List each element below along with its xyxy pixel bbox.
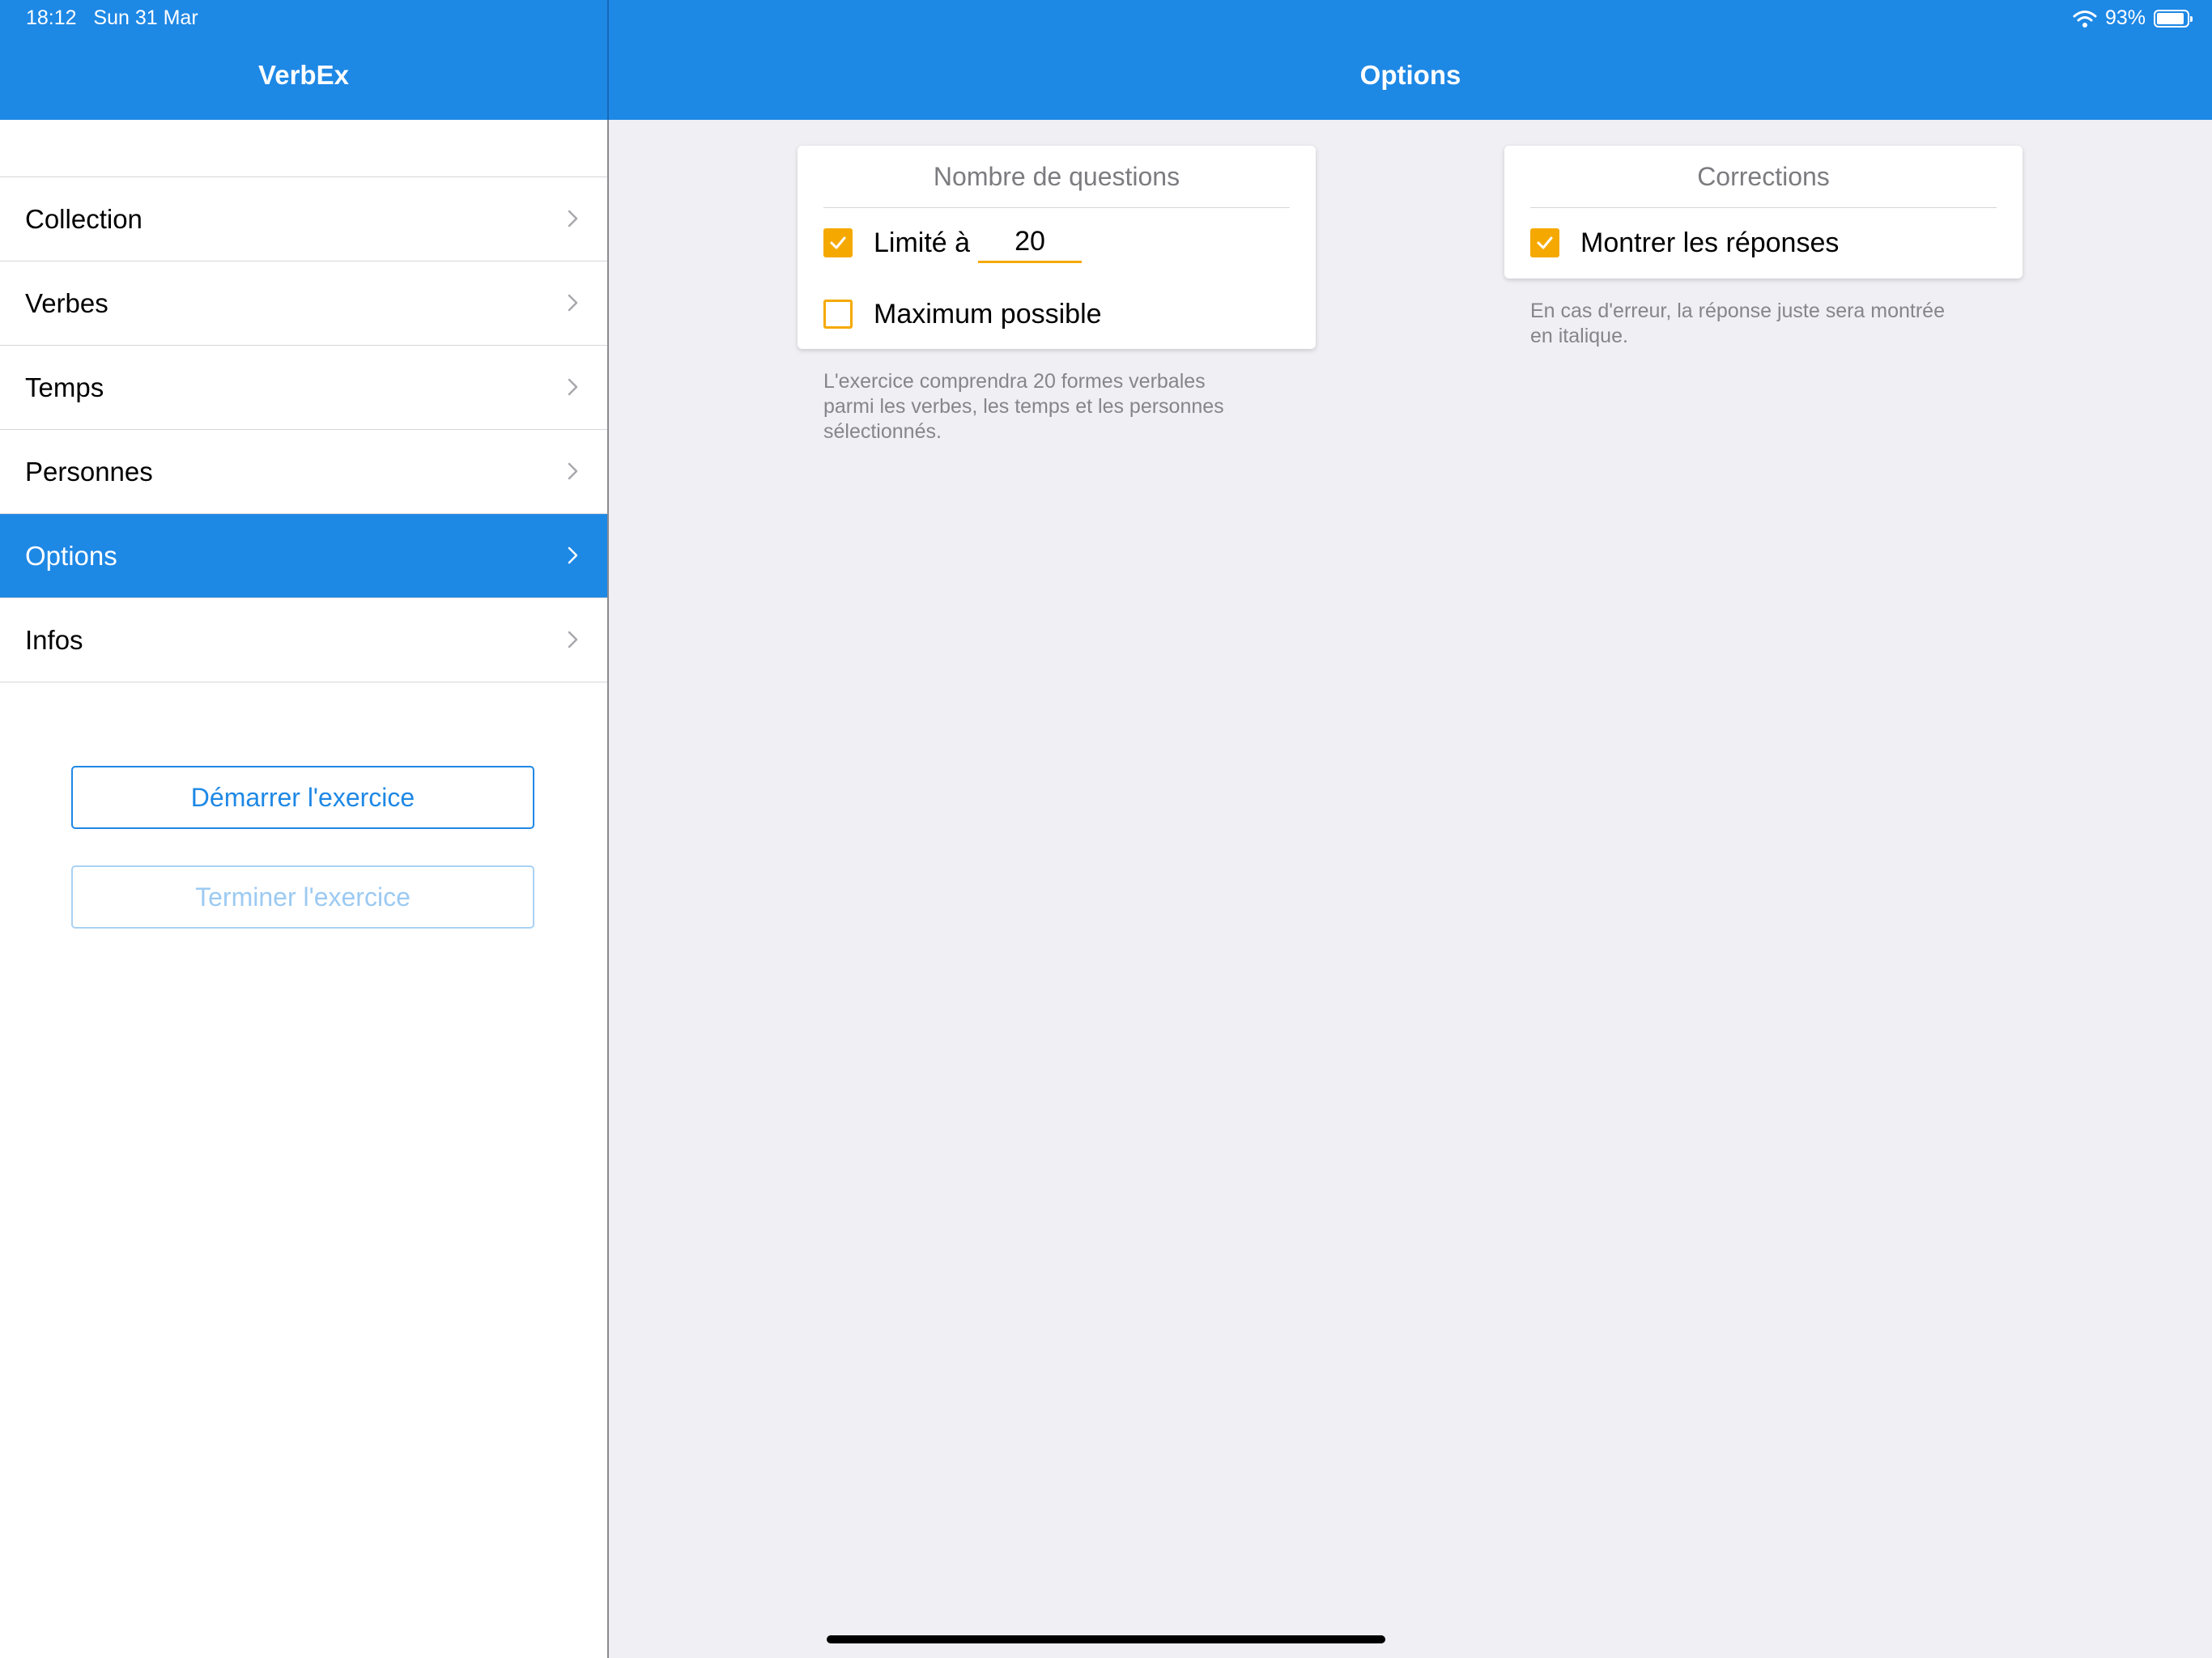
page-title: Options [1359, 60, 1461, 90]
max-possible-label: Maximum possible [874, 298, 1102, 329]
sidebar-item-label: Personnes [25, 456, 153, 487]
battery-level-fill [2157, 12, 2184, 24]
corrections-card-title: Corrections [1530, 146, 1997, 208]
show-answers-checkbox[interactable] [1530, 228, 1559, 257]
status-time-text: 18:12 [26, 6, 77, 29]
sidebar: Collection Verbes Temps Personnes Option… [0, 120, 607, 1658]
limit-checkbox[interactable] [823, 228, 853, 257]
limit-label: Limité à [874, 227, 971, 258]
sidebar-item-label: Verbes [25, 287, 108, 318]
sidebar-item-infos[interactable]: Infos [0, 598, 607, 682]
sidebar-item-label: Infos [25, 624, 83, 655]
end-exercise-button[interactable]: Terminer l'exercice [71, 865, 534, 929]
sidebar-item-label: Temps [25, 372, 104, 402]
limit-option-row: Limité à [823, 223, 1083, 263]
sidebar-item-temps[interactable]: Temps [0, 346, 607, 430]
corrections-helper-text: En cas d'erreur, la réponse juste sera m… [1530, 300, 1945, 347]
status-date-text: Sun 31 Mar [93, 6, 198, 29]
chevron-right-icon [568, 462, 578, 480]
status-time: 18:12 Sun 31 Mar [26, 6, 198, 30]
sidebar-divider [607, 120, 609, 1658]
sidebar-item-options[interactable]: Options [0, 514, 607, 598]
limit-input[interactable] [978, 223, 1083, 263]
corrections-card: Corrections Montrer les réponses [1504, 146, 2023, 278]
chevron-right-icon [568, 378, 578, 396]
sidebar-header: 18:12 Sun 31 Mar VerbEx [0, 0, 607, 120]
battery-percent: 93% [2104, 6, 2146, 29]
max-option-row: Maximum possible [823, 294, 1102, 334]
chevron-right-icon [568, 294, 578, 312]
detail-header: 93% Options [609, 0, 2212, 120]
max-possible-checkbox[interactable] [823, 300, 853, 329]
checkmark-icon [1537, 236, 1553, 249]
home-indicator [827, 1635, 1385, 1643]
sidebar-item-collection[interactable]: Collection [0, 177, 607, 261]
status-indicators: 93% [2073, 6, 2193, 30]
sidebar-item-label: Collection [25, 203, 143, 234]
show-answers-row: Montrer les réponses [1530, 223, 1839, 263]
sidebar-item-label: Options [25, 540, 117, 571]
chevron-right-icon [568, 631, 578, 648]
questions-helper-text: L'exercice comprendra 20 formes verbales… [823, 370, 1224, 443]
sidebar-menu: Collection Verbes Temps Personnes Option… [0, 176, 607, 682]
checkmark-icon [830, 236, 846, 249]
sidebar-title: VerbEx [258, 60, 349, 90]
chevron-right-icon [568, 210, 578, 227]
battery-icon [2154, 9, 2193, 28]
battery-tip [2190, 15, 2193, 22]
chevron-right-icon [568, 546, 578, 564]
start-exercise-button[interactable]: Démarrer l'exercice [71, 766, 534, 829]
show-answers-label: Montrer les réponses [1580, 227, 1840, 258]
questions-card-title: Nombre de questions [823, 146, 1290, 208]
questions-card: Nombre de questions Limité à Maximum pos… [798, 146, 1316, 349]
sidebar-item-personnes[interactable]: Personnes [0, 430, 607, 514]
top-bar: 18:12 Sun 31 Mar VerbEx 93% Options [0, 0, 2212, 120]
sidebar-item-verbes[interactable]: Verbes [0, 261, 607, 346]
wifi-icon [2073, 10, 2097, 28]
